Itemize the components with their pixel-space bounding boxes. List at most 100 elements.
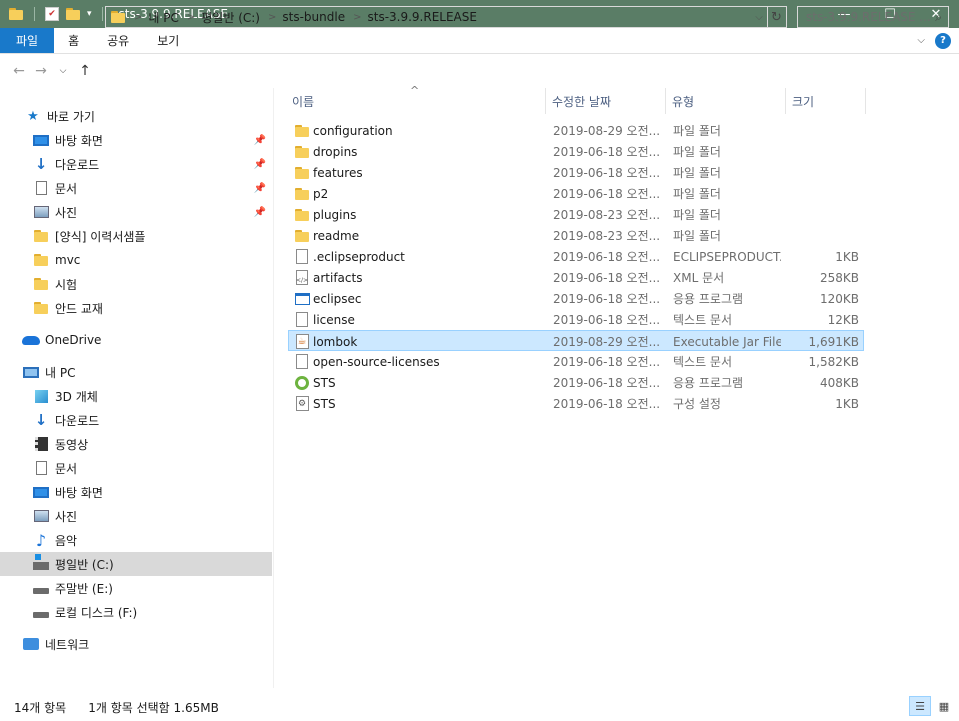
address-dropdown-icon[interactable]: ⌵ — [751, 12, 767, 23]
nav-item-exam[interactable]: 시험 — [0, 272, 272, 296]
tab-share[interactable]: 공유 — [93, 28, 143, 53]
drive-icon — [32, 604, 50, 620]
file-row[interactable]: readme 2019-08-23 오전... 파일 폴더 — [288, 225, 864, 246]
nav-this-pc[interactable]: 내 PC — [0, 360, 272, 384]
folder-icon — [294, 228, 310, 244]
pin-icon[interactable]: 📌 — [254, 207, 266, 218]
file-date: 2019-06-18 오전... — [553, 313, 661, 327]
nav-item-pictures[interactable]: 사진 📌 — [0, 200, 272, 224]
nav-item-mvc[interactable]: mvc — [0, 248, 272, 272]
nav-item-3d-objects[interactable]: 3D 개체 — [0, 384, 272, 408]
file-row[interactable]: dropins 2019-06-18 오전... 파일 폴더 — [288, 141, 864, 162]
customize-toolbar-icon[interactable]: ▾ — [87, 9, 92, 19]
chevron-down-icon[interactable]: ⌵ — [917, 35, 925, 46]
pin-icon[interactable]: 📌 — [254, 159, 266, 170]
nav-label: 다운로드 — [55, 413, 100, 428]
file-type: ECLIPSEPRODUCT... — [673, 249, 781, 264]
file-row[interactable]: STS 2019-06-18 오전... 응용 프로그램 408KB — [288, 372, 864, 393]
properties-icon[interactable]: ✔ — [45, 7, 59, 21]
file-date: 2019-06-18 오전... — [553, 397, 661, 411]
tab-home[interactable]: 홈 — [54, 28, 93, 53]
column-date[interactable]: 수정한 날짜 — [546, 88, 666, 114]
tab-file[interactable]: 파일 — [0, 28, 55, 53]
nav-item-pc-desktop[interactable]: 바탕 화면 — [0, 480, 272, 504]
nav-item-pc-documents[interactable]: 문서 — [0, 456, 272, 480]
file-type: Executable Jar File — [673, 334, 781, 349]
file-date: 2019-08-23 오전... — [553, 229, 661, 243]
up-arrow-icon[interactable]: ↑ — [74, 63, 96, 79]
breadcrumb-drive-c[interactable]: 평일반 (C:) — [201, 9, 260, 26]
file-size — [782, 225, 859, 246]
chevron-right-icon[interactable]: > — [187, 12, 195, 23]
file-row[interactable]: p2 2019-06-18 오전... 파일 폴더 — [288, 183, 864, 204]
tab-view[interactable]: 보기 — [143, 28, 193, 53]
nav-quick-access[interactable]: ★ 바로 가기 — [0, 104, 272, 128]
refresh-button[interactable]: ↻ — [767, 6, 787, 28]
column-size[interactable]: 크기 — [786, 88, 866, 114]
desktop-icon — [32, 132, 50, 148]
file-name: license — [313, 312, 355, 327]
pane-divider[interactable] — [273, 88, 274, 688]
file-row[interactable]: open-source-licenses 2019-06-18 오전... 텍스… — [288, 351, 864, 372]
network-icon — [22, 636, 40, 652]
nav-item-videos[interactable]: 동영상 — [0, 432, 272, 456]
chevron-right-icon[interactable]: > — [134, 12, 142, 23]
forward-arrow-icon[interactable]: → — [30, 63, 52, 79]
chevron-right-icon[interactable]: > — [268, 12, 276, 23]
jar-file-icon: ☕ — [294, 334, 310, 350]
file-type: 구성 설정 — [673, 397, 721, 411]
nav-label: 문서 — [55, 461, 78, 476]
details-view-icon[interactable]: ☰ — [909, 696, 931, 716]
breadcrumb-sts-bundle[interactable]: sts-bundle — [282, 10, 345, 24]
nav-item-documents[interactable]: 문서 📌 — [0, 176, 272, 200]
nav-onedrive[interactable]: OneDrive — [0, 328, 272, 352]
nav-item-pc-pictures[interactable]: 사진 — [0, 504, 272, 528]
nav-item-resume-template[interactable]: [양식] 이력서샘플 — [0, 224, 272, 248]
nav-item-android-textbook[interactable]: 안드 교재 — [0, 296, 272, 320]
nav-item-drive-f[interactable]: 로컬 디스크 (F:) — [0, 600, 272, 624]
nav-item-desktop[interactable]: 바탕 화면 📌 — [0, 128, 272, 152]
breadcrumb-sts-release[interactable]: sts-3.9.9.RELEASE — [367, 10, 476, 24]
search-input[interactable]: sts-3.9.9.RELEASE ... ⌕ — [797, 6, 949, 28]
column-type[interactable]: 유형 — [666, 88, 786, 114]
file-row[interactable]: .eclipseproduct 2019-06-18 오전... ECLIPSE… — [288, 246, 864, 267]
back-arrow-icon[interactable]: ← — [8, 63, 30, 79]
folder-icon — [32, 300, 50, 316]
nav-label: 로컬 디스크 (F:) — [55, 605, 138, 620]
nav-item-drive-e[interactable]: 주말반 (E:) — [0, 576, 272, 600]
address-bar[interactable]: > 내 PC > 평일반 (C:) > sts-bundle > sts-3.9… — [105, 6, 768, 28]
file-name: p2 — [313, 186, 329, 201]
help-icon[interactable]: ? — [935, 32, 951, 49]
chevron-right-icon[interactable]: > — [353, 12, 361, 23]
file-row-selected[interactable]: ☕ lombok 2019-08-29 오전... Executable Jar … — [288, 330, 864, 351]
new-folder-icon[interactable] — [65, 6, 81, 22]
file-size: 1,691KB — [808, 334, 859, 349]
file-name: configuration — [313, 123, 393, 138]
file-size — [782, 162, 859, 183]
file-row[interactable]: configuration 2019-08-29 오전... 파일 폴더 — [288, 120, 864, 141]
pin-icon[interactable]: 📌 — [254, 183, 266, 194]
file-size: 408KB — [819, 375, 859, 390]
breadcrumb-this-pc[interactable]: 내 PC — [148, 9, 178, 26]
nav-item-pc-downloads[interactable]: ↓ 다운로드 — [0, 408, 272, 432]
nav-network[interactable]: 네트워크 — [0, 632, 272, 656]
column-name[interactable]: 이름 — [286, 88, 546, 114]
nav-label: 안드 교재 — [55, 301, 103, 316]
large-icons-view-icon[interactable]: ▦ — [933, 696, 955, 716]
file-row[interactable]: features 2019-06-18 오전... 파일 폴더 — [288, 162, 864, 183]
file-name: features — [313, 165, 363, 180]
file-name: .eclipseproduct — [313, 249, 405, 264]
file-row[interactable]: plugins 2019-08-23 오전... 파일 폴더 — [288, 204, 864, 225]
recent-locations-icon[interactable]: ⌵ — [52, 66, 74, 76]
nav-item-music[interactable]: ♪ 음악 — [0, 528, 272, 552]
file-row[interactable]: license 2019-06-18 오전... 텍스트 문서 12KB — [288, 309, 864, 330]
file-name: STS — [313, 396, 336, 411]
nav-item-drive-c[interactable]: 평일반 (C:) — [0, 552, 272, 576]
file-name: lombok — [313, 334, 358, 349]
file-size: 1KB — [835, 249, 859, 264]
file-row[interactable]: ⚙ STS 2019-06-18 오전... 구성 설정 1KB — [288, 393, 864, 414]
file-row[interactable]: eclipsec 2019-06-18 오전... 응용 프로그램 120KB — [288, 288, 864, 309]
nav-item-downloads[interactable]: ↓ 다운로드 📌 — [0, 152, 272, 176]
pin-icon[interactable]: 📌 — [254, 135, 266, 146]
file-row[interactable]: </> artifacts 2019-06-18 오전... XML 문서 258… — [288, 267, 864, 288]
